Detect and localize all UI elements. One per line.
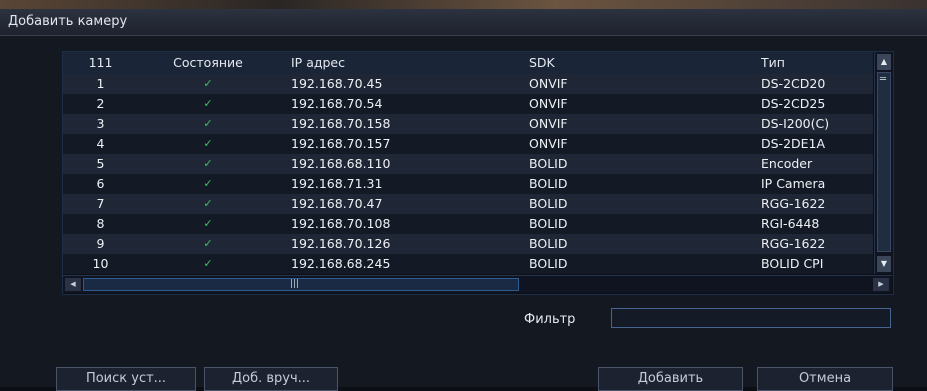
row-ip: 192.168.70.108 [291,216,391,231]
row-type: DS-2CD20 [761,76,826,91]
row-ip: 192.168.70.45 [291,76,383,91]
row-ip: 192.168.70.47 [291,196,383,211]
row-type: RGG-1622 [761,196,826,211]
row-type: RGG-1622 [761,236,826,251]
row-ip: 192.168.70.158 [291,116,391,131]
status-ok-icon: ✓ [203,97,213,110]
add-camera-dialog: Добавить камеру 111 Состояние IP адрес S… [0,9,927,391]
scroll-up-button[interactable]: ▲ [877,54,891,70]
add-button[interactable]: Добавить [598,367,743,391]
row-ip: 192.168.68.110 [291,156,391,171]
vertical-grip-icon: ═ [880,74,887,85]
row-sdk: ONVIF [529,116,568,131]
row-sdk: BOLID [529,216,568,231]
row-ip: 192.168.70.126 [291,236,391,251]
row-type: IP Camera [761,176,826,191]
scroll-right-button[interactable]: ▶ [873,278,889,291]
filter-label: Фильтр [524,312,576,327]
row-type: BOLID CPI [761,256,824,271]
filter-input[interactable] [611,308,891,328]
status-ok-icon: ✓ [203,157,213,170]
row-ip: 192.168.70.54 [291,96,383,111]
row-sdk: BOLID [529,256,568,271]
search-devices-button[interactable]: Поиск уст... [56,367,196,391]
header-sdk[interactable]: SDK [529,52,749,74]
row-num: 1 [96,76,105,91]
dialog-titlebar: Добавить камеру [0,9,927,36]
horizontal-scroll-thumb[interactable]: ||| [83,278,519,291]
row-type: Encoder [761,156,813,171]
cancel-button[interactable]: Отмена [757,367,893,391]
status-ok-icon: ✓ [203,117,213,130]
row-num: 6 [96,176,105,191]
table-row[interactable]: 6 ✓ 192.168.71.31 BOLID IP Camera [63,174,873,194]
row-sdk: BOLID [529,156,568,171]
header-type[interactable]: Тип [761,52,873,74]
row-sdk: ONVIF [529,136,568,151]
row-num: 5 [96,156,105,171]
row-ip: 192.168.68.245 [291,256,391,271]
device-table: 111 Состояние IP адрес SDK Тип 1 ✓ 192.168… [62,51,894,295]
status-ok-icon: ✓ [203,217,213,230]
dialog-title: Добавить камеру [8,14,128,29]
table-row[interactable]: 8 ✓ 192.168.70.108 BOLID RGI-6448 [63,214,873,234]
table-row[interactable]: 3 ✓ 192.168.70.158 ONVIF DS-I200(C) [63,114,873,134]
status-ok-icon: ✓ [203,197,213,210]
row-type: DS-I200(C) [761,116,830,131]
table-row[interactable]: 4 ✓ 192.168.70.157 ONVIF DS-2DE1A [63,134,873,154]
vertical-scroll-thumb[interactable]: ═ [877,72,891,252]
status-ok-icon: ✓ [203,257,213,270]
status-ok-icon: ✓ [203,177,213,190]
table-row[interactable]: 9 ✓ 192.168.70.126 BOLID RGG-1622 [63,234,873,254]
header-num[interactable]: 111 [63,52,138,74]
row-sdk: ONVIF [529,76,568,91]
vertical-scrollbar[interactable]: ▲ ═ ▼ [874,52,893,274]
row-type: DS-2CD25 [761,96,826,111]
row-num: 4 [96,136,105,151]
table-body: 1 ✓ 192.168.70.45 ONVIF DS-2CD20 2 ✓ 192.168.70… [63,74,873,274]
header-state[interactable]: Состояние [138,52,278,74]
row-type: DS-2DE1A [761,136,826,151]
scroll-down-button[interactable]: ▼ [877,256,891,272]
status-ok-icon: ✓ [203,137,213,150]
scroll-left-button[interactable]: ◀ [65,278,81,291]
table-header: 111 Состояние IP адрес SDK Тип [63,52,873,74]
row-num: 10 [92,256,109,271]
table-row[interactable]: 1 ✓ 192.168.70.45 ONVIF DS-2CD20 [63,74,873,94]
row-sdk: BOLID [529,236,568,251]
table-row[interactable]: 10 ✓ 192.168.68.245 BOLID BOLID CPI [63,254,873,274]
header-ip[interactable]: IP адрес [291,52,521,74]
row-sdk: BOLID [529,196,568,211]
row-num: 2 [96,96,105,111]
table-row[interactable]: 7 ✓ 192.168.70.47 BOLID RGG-1622 [63,194,873,214]
row-sdk: ONVIF [529,96,568,111]
row-ip: 192.168.71.31 [291,176,383,191]
row-type: RGI-6448 [761,216,820,231]
row-sdk: BOLID [529,176,568,191]
row-num: 8 [96,216,105,231]
horizontal-scrollbar[interactable]: ◀ ||| ▶ [63,275,892,293]
table-row[interactable]: 5 ✓ 192.168.68.110 BOLID Encoder [63,154,873,174]
row-num: 3 [96,116,105,131]
background-strip [0,0,927,9]
table-row[interactable]: 2 ✓ 192.168.70.54 ONVIF DS-2CD25 [63,94,873,114]
horizontal-grip-icon: ||| [290,279,300,289]
row-ip: 192.168.70.157 [291,136,391,151]
row-num: 7 [96,196,105,211]
add-manually-button[interactable]: Доб. вруч... [204,367,338,391]
status-ok-icon: ✓ [203,237,213,250]
status-ok-icon: ✓ [203,77,213,90]
row-num: 9 [96,236,105,251]
